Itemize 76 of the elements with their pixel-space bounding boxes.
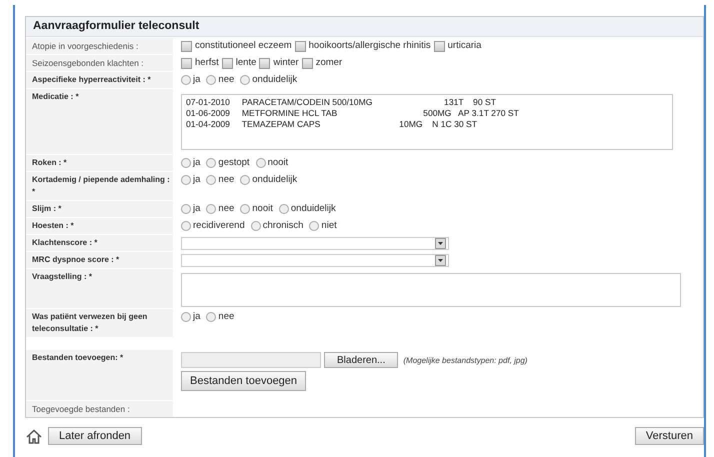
radio-label: nee <box>218 174 234 186</box>
radio-button[interactable] <box>256 158 266 168</box>
field-label: MRC dyspnoe score : * <box>26 252 173 268</box>
checkbox[interactable] <box>222 58 233 68</box>
add-files-button[interactable]: Bestanden toevoegen <box>181 371 306 391</box>
radio-button[interactable] <box>240 175 250 185</box>
field-label: Atopie in voorgeschiedenis : <box>26 38 173 54</box>
dropdown-field[interactable] <box>181 237 449 250</box>
send-button[interactable]: Versturen <box>634 427 704 445</box>
checkbox-label: lente <box>236 57 256 69</box>
field-label: Aspecifieke hyperreactiviteit : * <box>26 72 173 88</box>
field-label: Seizoensgebonden klachten : <box>26 55 173 71</box>
radio-label: onduidelijk <box>252 174 298 186</box>
radio-label: recidiverend <box>193 220 245 232</box>
radio-button[interactable] <box>181 204 191 214</box>
radio-label: nee <box>218 311 234 323</box>
checkbox-label: constitutioneel eczeem <box>195 40 292 52</box>
field-label: Kortademig / piepende ademhaling : * <box>26 172 173 200</box>
radio-label: ja <box>193 311 200 323</box>
form-title: Aanvraagformulier teleconsult <box>26 17 703 37</box>
radio-button[interactable] <box>206 175 216 185</box>
field-label: Slijm : * <box>26 201 173 217</box>
radio-label: nooit <box>252 203 273 215</box>
field-label: Was patiënt verwezen bij geen teleconsultatie : * <box>26 309 173 337</box>
radio-button[interactable] <box>181 75 191 85</box>
radio-button[interactable] <box>240 75 250 85</box>
checkbox[interactable] <box>434 40 445 52</box>
radio-button[interactable] <box>250 221 261 231</box>
checkbox[interactable] <box>181 58 192 68</box>
radio-label: gestopt <box>218 157 250 169</box>
checkbox-label: zomer <box>316 57 342 69</box>
field-label: Bestanden toevoegen: * <box>26 350 173 400</box>
checkbox[interactable] <box>302 58 313 68</box>
checkbox[interactable] <box>181 40 192 52</box>
dropdown-field[interactable] <box>181 254 449 267</box>
medication-textarea[interactable]: 07-01-2010 PARACETAM/CODEIN 500/10MG 131T 90 ST 01-06-2009 METFORMINE HCL TAB 500MG AP 3.1T 270 ST 01-04-2009 TEMAZEPAM CAPS 10MG N 1C 30 ST <box>181 94 673 150</box>
radio-button[interactable] <box>181 221 191 231</box>
radio-button[interactable] <box>278 204 289 214</box>
radio-label: chronisch <box>262 220 304 232</box>
radio-button[interactable] <box>181 158 191 168</box>
radio-button[interactable] <box>240 204 250 214</box>
radio-label: ja <box>193 157 200 169</box>
radio-button[interactable] <box>181 312 191 322</box>
checkbox-label: herfst <box>195 57 219 69</box>
radio-button[interactable] <box>181 175 191 185</box>
radio-label: nee <box>218 74 234 86</box>
field-label: Medicatie : * <box>26 89 173 154</box>
field-label: Klachtenscore : * <box>26 235 173 251</box>
field-label: Vraagstelling : * <box>26 269 173 308</box>
radio-label: ja <box>193 74 200 86</box>
field-label: Toegevoegde bestanden : <box>26 401 173 417</box>
radio-button[interactable] <box>206 312 216 322</box>
file-path-field[interactable] <box>181 352 321 368</box>
checkbox-label: urticaria <box>448 40 482 52</box>
browse-button[interactable]: Bladeren... <box>324 352 398 368</box>
radio-label: nee <box>218 203 234 215</box>
radio-button[interactable] <box>206 158 216 168</box>
radio-label: ja <box>193 174 200 186</box>
checkbox-label: hooikoorts/allergische rhinitis <box>308 40 431 52</box>
radio-button[interactable] <box>309 221 320 231</box>
question-textarea[interactable] <box>181 273 681 307</box>
field-label: Hoesten : * <box>26 218 173 234</box>
file-types-hint: (Mogelijke bestandstypen: pdf, jpg) <box>403 356 528 364</box>
checkbox-label: winter <box>273 57 299 69</box>
radio-label: ja <box>193 203 200 215</box>
radio-label: onduidelijk <box>290 203 336 215</box>
finish-later-button[interactable]: Later afronden <box>48 427 142 445</box>
radio-label: onduidelijk <box>252 74 298 86</box>
radio-button[interactable] <box>206 204 216 214</box>
radio-button[interactable] <box>206 75 216 85</box>
checkbox[interactable] <box>294 40 306 52</box>
field-label: Roken : * <box>26 155 173 171</box>
radio-label: niet <box>321 220 337 232</box>
radio-label: nooit <box>268 157 288 169</box>
home-icon[interactable] <box>26 428 42 444</box>
checkbox[interactable] <box>259 58 270 68</box>
